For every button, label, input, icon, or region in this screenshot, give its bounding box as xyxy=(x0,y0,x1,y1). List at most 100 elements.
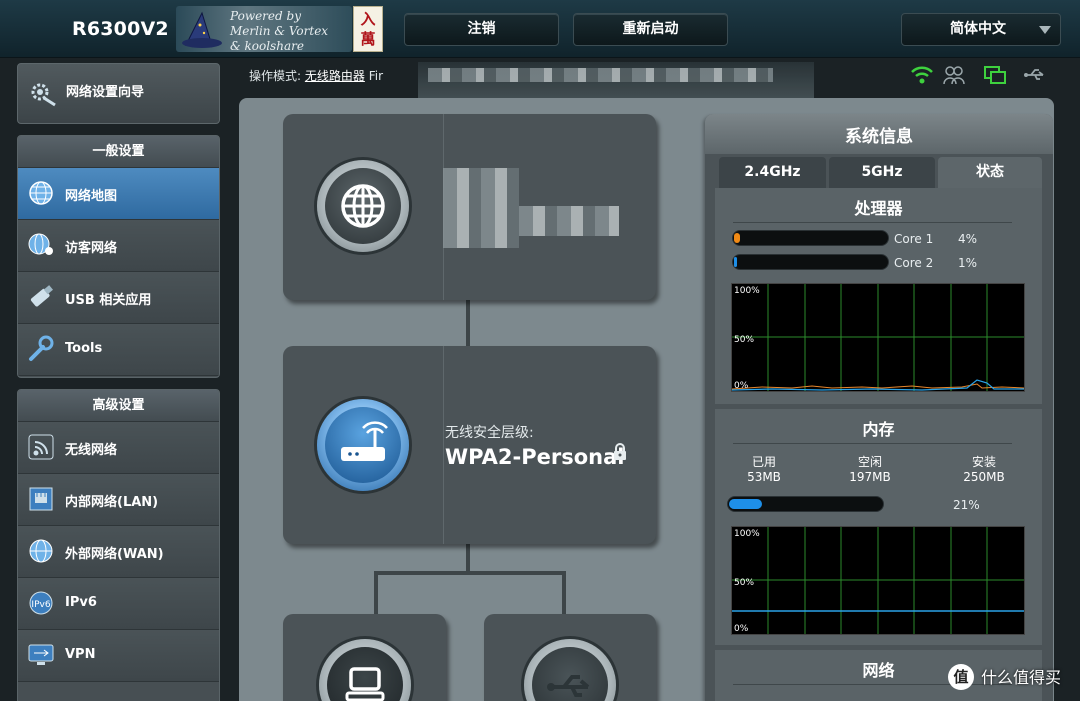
router-model: R6300V2 xyxy=(72,18,169,40)
core1-bar xyxy=(732,230,889,246)
vpn-icon xyxy=(28,644,54,665)
cpu-title: 处理器 xyxy=(854,199,903,218)
lock-icon xyxy=(614,443,626,460)
watermark-logo-icon: 值 xyxy=(948,664,974,690)
sidebar-item-label: IPv6 xyxy=(65,595,97,610)
connector-line xyxy=(562,571,566,616)
tab-status[interactable]: 状态 xyxy=(938,157,1042,188)
core2-label: Core 2 xyxy=(894,256,934,270)
setup-wizard-button[interactable]: 网络设置向导 xyxy=(17,63,220,124)
wizard-gear-icon xyxy=(31,83,56,107)
connector-line xyxy=(374,571,566,575)
internet-status-card[interactable] xyxy=(283,114,656,300)
sidebar-item-label: USB 相关应用 xyxy=(65,293,152,308)
svg-text:IPv6: IPv6 xyxy=(31,600,50,610)
sidebar-item-tools[interactable]: Tools xyxy=(18,324,219,376)
usb-symbol-icon xyxy=(547,675,590,697)
clients-button[interactable] xyxy=(319,639,411,701)
wrench-icon xyxy=(29,335,54,361)
memory-percent: 21% xyxy=(953,498,980,512)
mem-free-header: 空闲 xyxy=(857,455,882,469)
guest-network-icon xyxy=(28,233,53,255)
sidebar-item-guest-network[interactable]: 访客网络 xyxy=(18,220,219,272)
connector-line xyxy=(466,543,470,573)
graph-label-0: 0% xyxy=(734,381,749,391)
mem-used-value: 53MB xyxy=(747,470,781,484)
lan-status-icon[interactable] xyxy=(983,64,1007,86)
graph-label-50: 50% xyxy=(734,335,755,345)
core1-bar-fill xyxy=(734,233,740,243)
memory-usage-graph: 100% 50% 0% xyxy=(731,526,1025,635)
operation-mode-link[interactable]: 无线路由器 xyxy=(305,69,365,83)
sidebar-item-usb-apps[interactable]: USB 相关应用 xyxy=(18,272,219,324)
sidebar-item-wireless[interactable]: 无线网络 xyxy=(18,422,219,474)
wizard-label: 网络设置向导 xyxy=(66,85,145,100)
mem-free-value: 197MB xyxy=(849,470,891,484)
usb-devices-card[interactable] xyxy=(484,614,656,701)
tab-5ghz[interactable]: 5GHz xyxy=(829,157,935,188)
general-settings-menu: 一般设置 网络地图 访客网络 USB 相关应用 Tools xyxy=(17,135,220,378)
sidebar-item-label: 外部网络(WAN) xyxy=(65,547,164,562)
memory-usage-fill xyxy=(729,499,762,509)
mem-total-value: 250MB xyxy=(963,470,1005,484)
sidebar-item-vpn[interactable]: VPN xyxy=(18,630,219,682)
reboot-button[interactable]: 重新启动 xyxy=(573,13,728,46)
core2-bar-fill xyxy=(734,257,737,267)
operation-mode: 操作模式: 无线路由器 Fir xyxy=(249,67,383,84)
firmware-label: Fir xyxy=(368,69,384,83)
divider xyxy=(733,222,1012,223)
router-button[interactable] xyxy=(317,399,409,491)
sidebar-item-lan[interactable]: 内部网络(LAN) xyxy=(18,474,219,526)
router-icon xyxy=(341,421,388,461)
wan-globe-icon xyxy=(29,539,53,563)
system-info-title: 系统信息 xyxy=(705,114,1053,154)
cpu-usage-graph: 100% 50% 0% xyxy=(731,283,1025,392)
memory-usage-bar xyxy=(727,496,884,512)
advanced-settings-menu: 高级设置 无线网络 内部网络(LAN) 外部网络(WAN) IPv6 IPv6 xyxy=(17,389,220,701)
ipv6-icon: IPv6 xyxy=(29,591,53,615)
powered-by-text: Powered by Merlin & Vortex & koolshare xyxy=(230,9,329,53)
lan-icon xyxy=(29,487,53,511)
core2-bar xyxy=(732,254,889,270)
graph-label-100: 100% xyxy=(734,286,760,296)
advanced-settings-title: 高级设置 xyxy=(18,390,219,422)
connector-line xyxy=(466,298,470,348)
usb-status-icon[interactable] xyxy=(1023,64,1047,86)
merlin-logo: Powered by Merlin & Vortex & koolshare xyxy=(176,6,352,53)
sidebar-item-ipv6[interactable]: IPv6 IPv6 xyxy=(18,578,219,630)
internet-globe-button[interactable] xyxy=(317,160,409,252)
redacted-internet-info xyxy=(443,168,519,248)
logout-button[interactable]: 注销 xyxy=(404,13,559,46)
redacted-internet-info xyxy=(519,206,619,236)
wifi-status-icon[interactable] xyxy=(910,64,934,86)
core2-percent: 1% xyxy=(958,256,978,270)
memory-graph-plot xyxy=(732,527,1024,634)
memory-title: 内存 xyxy=(862,420,895,439)
connector-line xyxy=(374,571,378,616)
general-settings-title: 一般设置 xyxy=(18,136,219,168)
operation-mode-label: 操作模式: xyxy=(249,69,302,83)
sidebar-item-wan[interactable]: 外部网络(WAN) xyxy=(18,526,219,578)
watermark-text: 什么值得买 xyxy=(981,668,1062,687)
chevron-down-icon xyxy=(1039,26,1051,34)
language-select[interactable]: 简体中文 xyxy=(901,13,1061,46)
computer-icon xyxy=(345,667,385,701)
clients-card[interactable] xyxy=(283,614,446,701)
tab-2-4ghz[interactable]: 2.4GHz xyxy=(719,157,826,188)
security-level-label: 无线安全层级: xyxy=(445,425,534,441)
sidebar-item-network-map[interactable]: 网络地图 xyxy=(18,168,219,220)
sidebar-item-label: VPN xyxy=(65,647,96,662)
cpu-graph-plot xyxy=(731,284,1025,391)
clients-status-icon[interactable] xyxy=(942,64,966,86)
usb-button[interactable] xyxy=(524,639,616,701)
divider xyxy=(733,443,1012,444)
koolshare-seal: 入萬 xyxy=(353,6,383,52)
sidebar-item-label: Tools xyxy=(65,341,103,356)
globe-network-icon xyxy=(29,181,53,205)
wireless-icon xyxy=(28,434,54,460)
globe-icon xyxy=(341,184,385,228)
mem-total-header: 安装 xyxy=(971,455,996,469)
sidebar-item-label: 内部网络(LAN) xyxy=(65,495,159,510)
sidebar-item-label: 无线网络 xyxy=(65,443,118,458)
security-level-value: WPA2-Personal xyxy=(445,445,625,469)
